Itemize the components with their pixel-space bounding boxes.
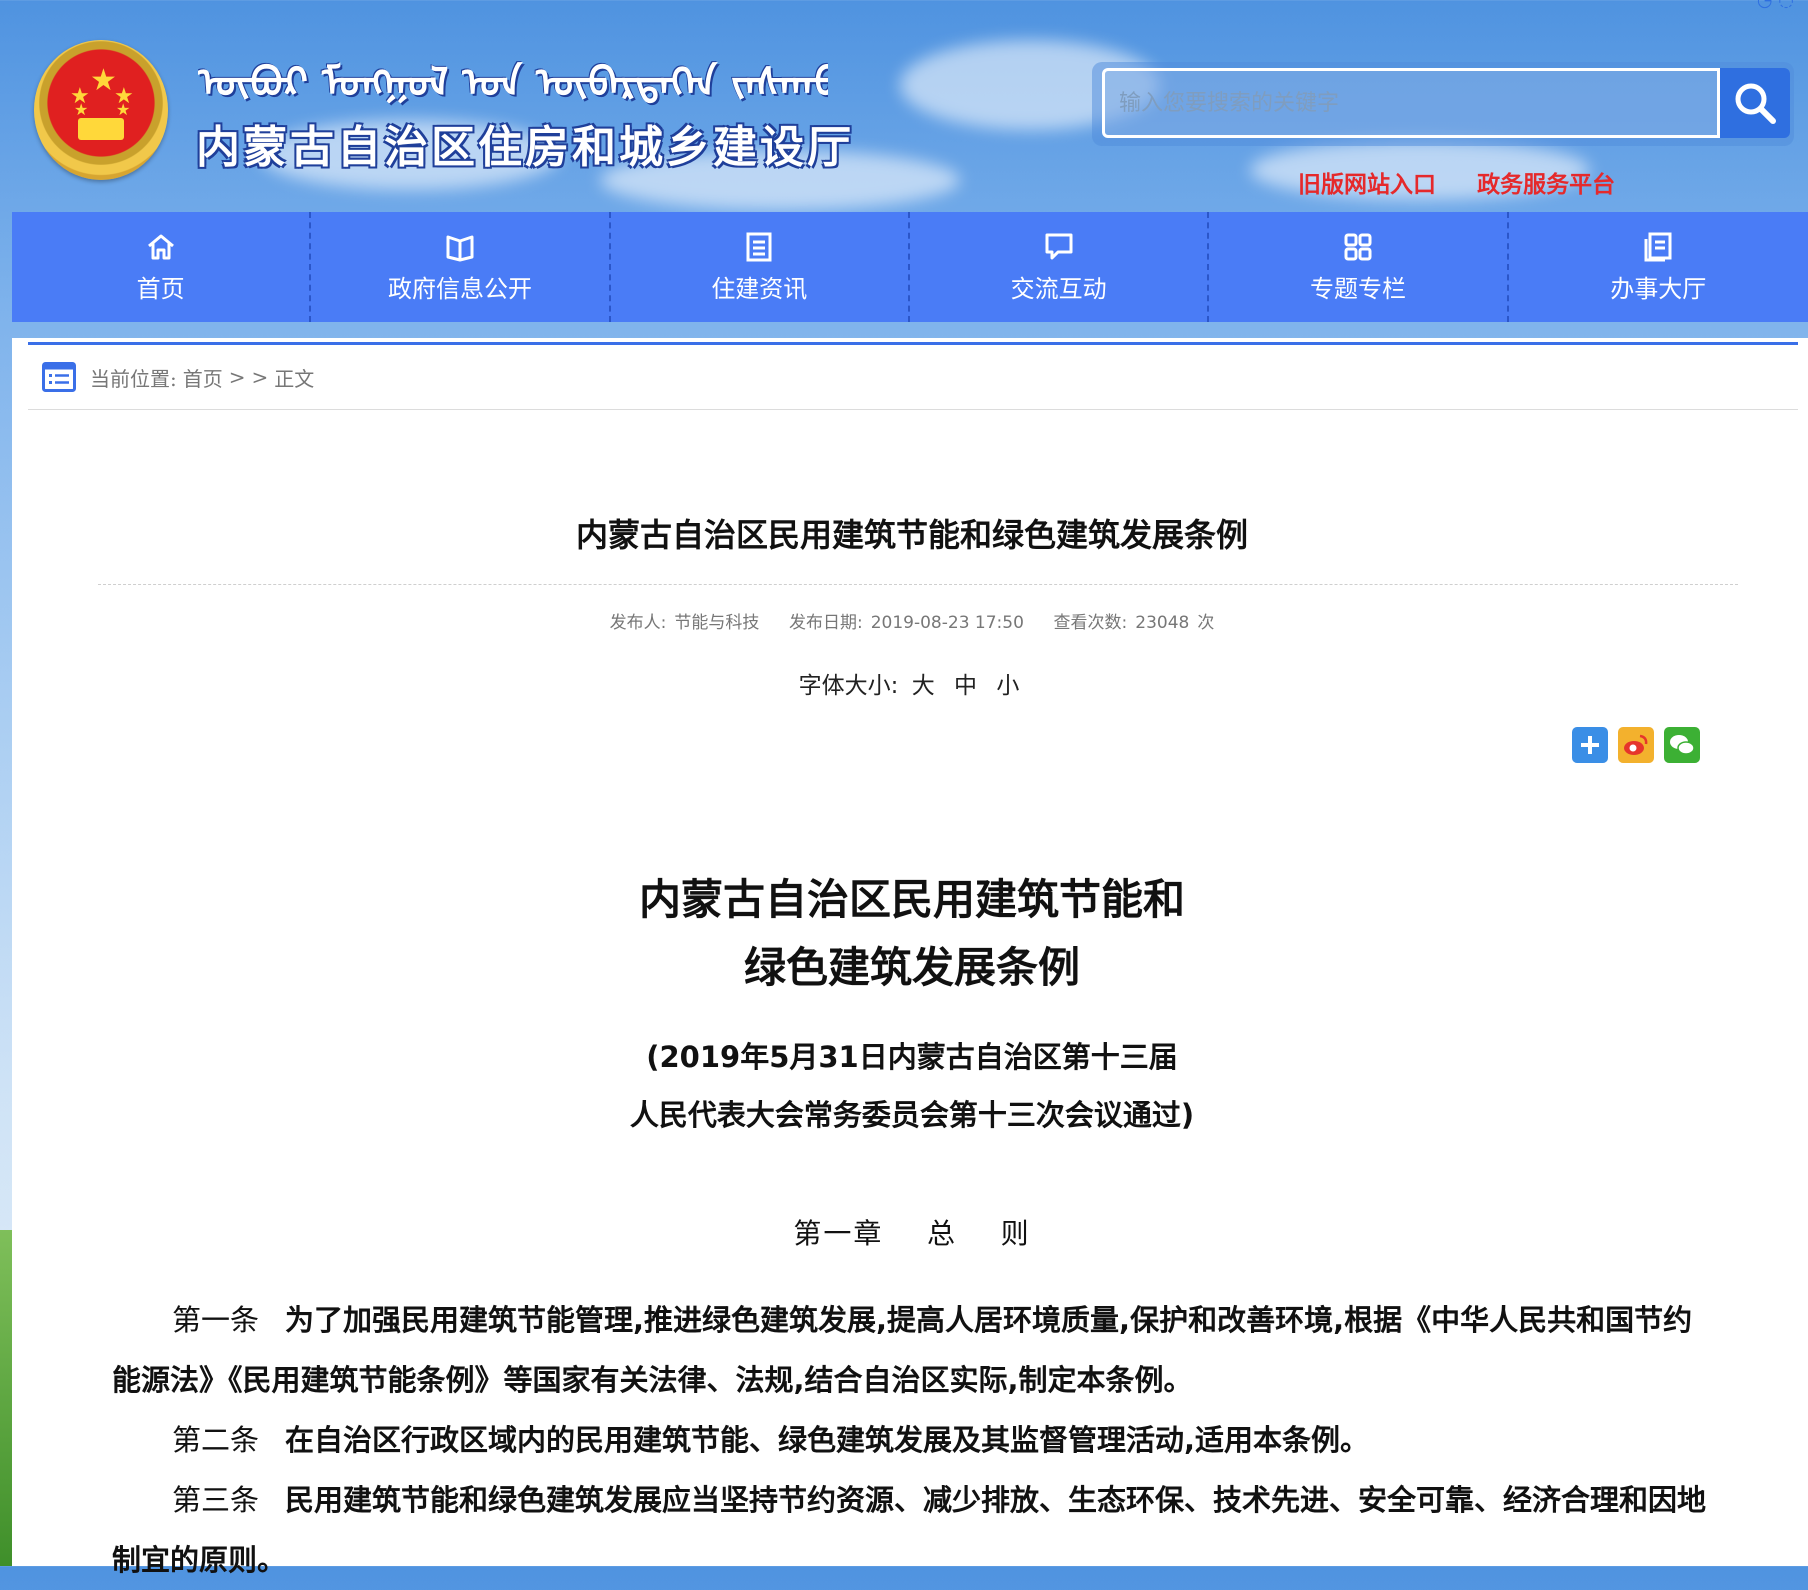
nav-label: 交流互动 (1010, 274, 1107, 303)
document-subtitle-line: (2019年5月31日内蒙古自治区第十三届 (646, 1040, 1178, 1074)
views-unit: 次 (1197, 613, 1215, 633)
font-size-large[interactable]: 大 (912, 673, 935, 699)
search-button[interactable] (1720, 68, 1790, 138)
article-paragraph: 第一条 为了加强民用建筑节能管理,推进绿色建筑发展,提高人居环境质量,保护和改善环… (112, 1290, 1716, 1410)
publisher-value: 节能与科技 (674, 613, 760, 633)
nav-label: 专题专栏 (1309, 274, 1406, 303)
nav-item-gov-info[interactable]: 政府信息公开 (311, 212, 611, 322)
document-title-line: 绿色建筑发展条例 (743, 943, 1080, 992)
search-icon (1735, 83, 1776, 124)
article-number: 第一条 (172, 1303, 260, 1337)
share-bar (1572, 727, 1700, 763)
plus-share-icon[interactable] (1572, 727, 1608, 763)
book-icon (446, 235, 474, 261)
document-title: 内蒙古自治区民用建筑节能和 绿色建筑发展条例 (12, 866, 1808, 1002)
gov-service-link[interactable]: 政务服务平台 (1477, 172, 1615, 198)
article-text: 民用建筑节能和绿色建筑发展应当坚持节约资源、减少排放、生态环保、技术先进、安全可… (112, 1483, 1707, 1577)
article-number: 第三条 (172, 1483, 260, 1517)
article-text: 在自治区行政区域内的民用建筑节能、绿色建筑发展及其监督管理活动,适用本条例。 (285, 1423, 1370, 1457)
nav-label: 办事大厅 (1610, 274, 1707, 303)
article-body: 第一条 为了加强民用建筑节能管理,推进绿色建筑发展,提高人居环境质量,保护和改善环… (112, 1290, 1716, 1590)
weibo-icon[interactable] (1618, 727, 1654, 763)
site-header: ★ ★ ★ ★ ★ ᠥᠪᠦᠷ ᠮᠣᠩᠭᠣᠯ ᠤᠨ ᠥᠪᠡᠷᠲᠡᠭᠡᠨ ᠵᠠᠰᠠᠬ… (0, 0, 1808, 212)
breadcrumb-prefix: 当前位置: (90, 366, 177, 391)
breadcrumb-separator: > (251, 365, 269, 389)
font-size-medium[interactable]: 中 (954, 673, 977, 699)
article-paragraph: 第二条 在自治区行政区域内的民用建筑节能、绿色建筑发展及其监督管理活动,适用本条例… (112, 1410, 1716, 1470)
nav-item-news[interactable]: 住建资讯 (611, 212, 910, 322)
search-input[interactable] (1102, 68, 1720, 138)
font-size-label: 字体大小: (798, 673, 899, 699)
grid-icon (1344, 233, 1372, 260)
chat-icon (1045, 233, 1073, 259)
breadcrumb-separator: > (228, 365, 246, 389)
top-corner-links[interactable]: ◔ ◌ (1757, 0, 1794, 11)
nav-label: 首页 (136, 274, 185, 303)
title-divider (98, 584, 1738, 585)
breadcrumb: 当前位置: 首页 > > 正文 (28, 342, 1798, 410)
article-number: 第二条 (172, 1423, 260, 1457)
list-icon (42, 362, 76, 392)
chapter-heading: 第一章 总 则 (793, 1217, 1031, 1250)
views-value: 23048 (1135, 613, 1190, 633)
article-meta: 发布人: 节能与科技 发布日期: 2019-08-23 17:50 查看次数: 230… (12, 608, 1808, 633)
mongolian-site-title: ᠥᠪᠦᠷ ᠮᠣᠩᠭᠣᠯ ᠤᠨ ᠥᠪᠡᠷᠲᠡᠭᠡᠨ ᠵᠠᠰᠠᠬᠤ ᠣᠷᠣᠨ (198, 59, 828, 106)
views-label: 查看次数: (1053, 613, 1128, 633)
nav-label: 政府信息公开 (387, 274, 532, 303)
date-label: 发布日期: (788, 613, 863, 633)
home-icon (147, 234, 174, 259)
font-size-switcher: 字体大小: 大 中 小 (12, 666, 1808, 700)
document-title-line: 内蒙古自治区民用建筑节能和 (638, 875, 1185, 924)
document-icon (746, 232, 772, 261)
nav-item-home[interactable]: 首页 (12, 212, 312, 322)
breadcrumb-current: 正文 (274, 366, 315, 391)
breadcrumb-home-link[interactable]: 首页 (183, 363, 223, 392)
nav-label: 住建资讯 (711, 274, 808, 303)
nav-item-topics[interactable]: 专题专栏 (1209, 212, 1509, 322)
site-title: 内蒙古自治区住房和城乡建设厅 (196, 122, 854, 173)
clipboard-icon (1644, 232, 1672, 261)
old-site-link[interactable]: 旧版网站入口 (1298, 172, 1436, 198)
national-emblem-logo[interactable]: ★ ★ ★ ★ ★ (34, 40, 168, 180)
wechat-icon[interactable] (1664, 727, 1700, 763)
document-subtitle: (2019年5月31日内蒙古自治区第十三届 人民代表大会常务委员会第十三次会议通… (12, 1028, 1808, 1144)
publisher-label: 发布人: (609, 613, 667, 633)
nav-item-service-hall[interactable]: 办事大厅 (1509, 212, 1808, 322)
nav-item-interaction[interactable]: 交流互动 (910, 212, 1210, 322)
font-size-small[interactable]: 小 (996, 673, 1019, 699)
document-subtitle-line: 人民代表大会常务委员会第十三次会议通过) (629, 1098, 1195, 1132)
article-title: 内蒙古自治区民用建筑节能和绿色建筑发展条例 (575, 516, 1248, 554)
header-links: 旧版网站入口 政务服务平台 (1298, 165, 1651, 199)
main-nav: 首页 政府信息公开 住建资讯 交流互动 专题专栏 办事大厅 (12, 212, 1808, 322)
date-value: 2019-08-23 17:50 (870, 613, 1024, 633)
content-panel: 当前位置: 首页 > > 正文 内蒙古自治区民用建筑节能和绿色建筑发展条例 发布… (12, 338, 1808, 1577)
article-paragraph: 第三条 民用建筑节能和绿色建筑发展应当坚持节约资源、减少排放、生态环保、技术先进、… (112, 1470, 1716, 1590)
grass-decoration (0, 1230, 12, 1566)
article-text: 为了加强民用建筑节能管理,推进绿色建筑发展,提高人居环境质量,保护和改善环境,根… (112, 1303, 1693, 1397)
